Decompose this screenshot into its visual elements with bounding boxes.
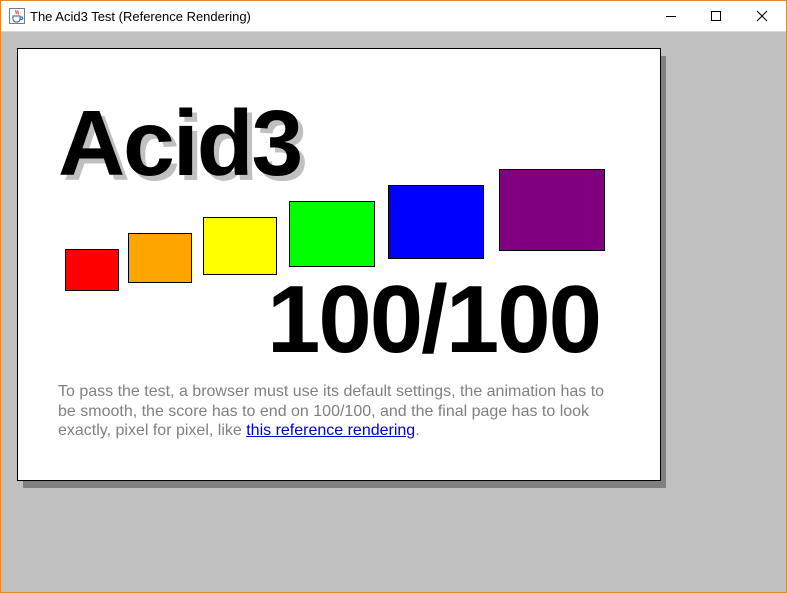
close-button[interactable]	[739, 1, 785, 31]
score-display: 100/100	[267, 266, 602, 373]
red-box	[65, 249, 119, 291]
acid3-panel: Acid3 Acid3 100/100 To pass the test, a …	[17, 48, 661, 481]
orange-box	[128, 233, 192, 283]
maximize-icon	[711, 11, 721, 21]
client-area: Acid3 Acid3 100/100 To pass the test, a …	[1, 33, 786, 592]
reference-link[interactable]: this reference rendering	[246, 422, 415, 439]
minimize-button[interactable]	[648, 1, 694, 31]
acid3-heading: Acid3	[58, 91, 303, 195]
description-text: To pass the test, a browser must use its…	[58, 382, 618, 441]
maximize-button[interactable]	[693, 1, 739, 31]
blue-box	[388, 185, 484, 259]
lime-box	[289, 201, 375, 267]
yellow-box	[203, 217, 277, 275]
close-icon	[756, 10, 768, 22]
title-bar[interactable]: The Acid3 Test (Reference Rendering)	[1, 1, 786, 32]
minimize-icon	[666, 16, 676, 17]
window-title: The Acid3 Test (Reference Rendering)	[30, 9, 251, 24]
description-suffix: .	[415, 422, 420, 439]
app-window: The Acid3 Test (Reference Rendering) Aci…	[0, 0, 787, 593]
java-cup-icon[interactable]	[9, 8, 25, 24]
purple-box	[499, 169, 605, 251]
